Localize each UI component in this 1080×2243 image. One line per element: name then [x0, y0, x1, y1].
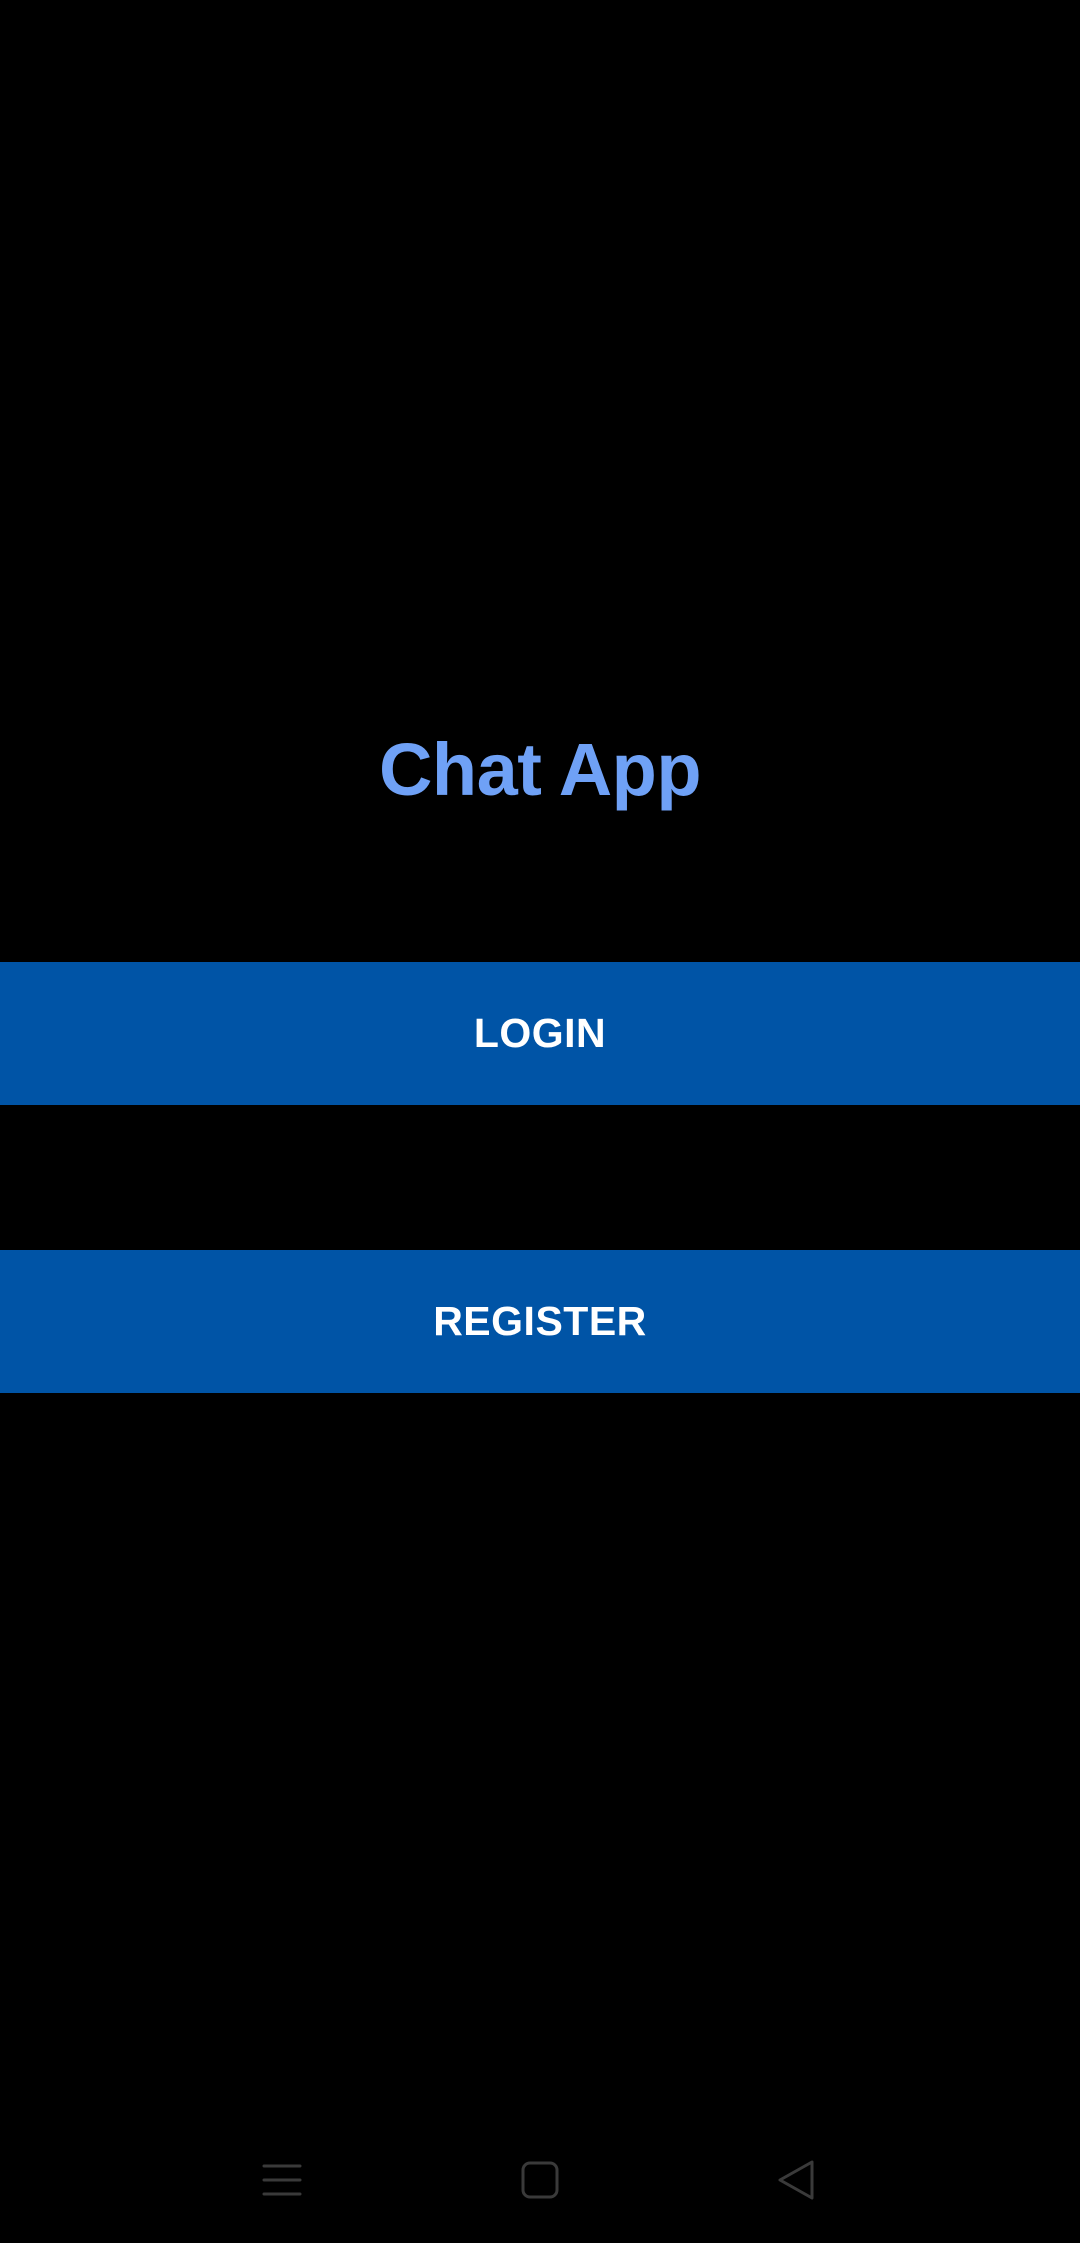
nav-home-button[interactable] [480, 2140, 600, 2220]
menu-icon [262, 2164, 302, 2196]
app-title: Chat App [378, 728, 702, 811]
back-icon [778, 2160, 814, 2200]
nav-menu-button[interactable] [222, 2140, 342, 2220]
nav-back-button[interactable] [736, 2140, 856, 2220]
home-icon [521, 2161, 559, 2199]
register-button[interactable]: REGISTER [0, 1250, 1080, 1393]
login-button[interactable]: LOGIN [0, 962, 1080, 1105]
system-navigation-bar [0, 2140, 1080, 2243]
